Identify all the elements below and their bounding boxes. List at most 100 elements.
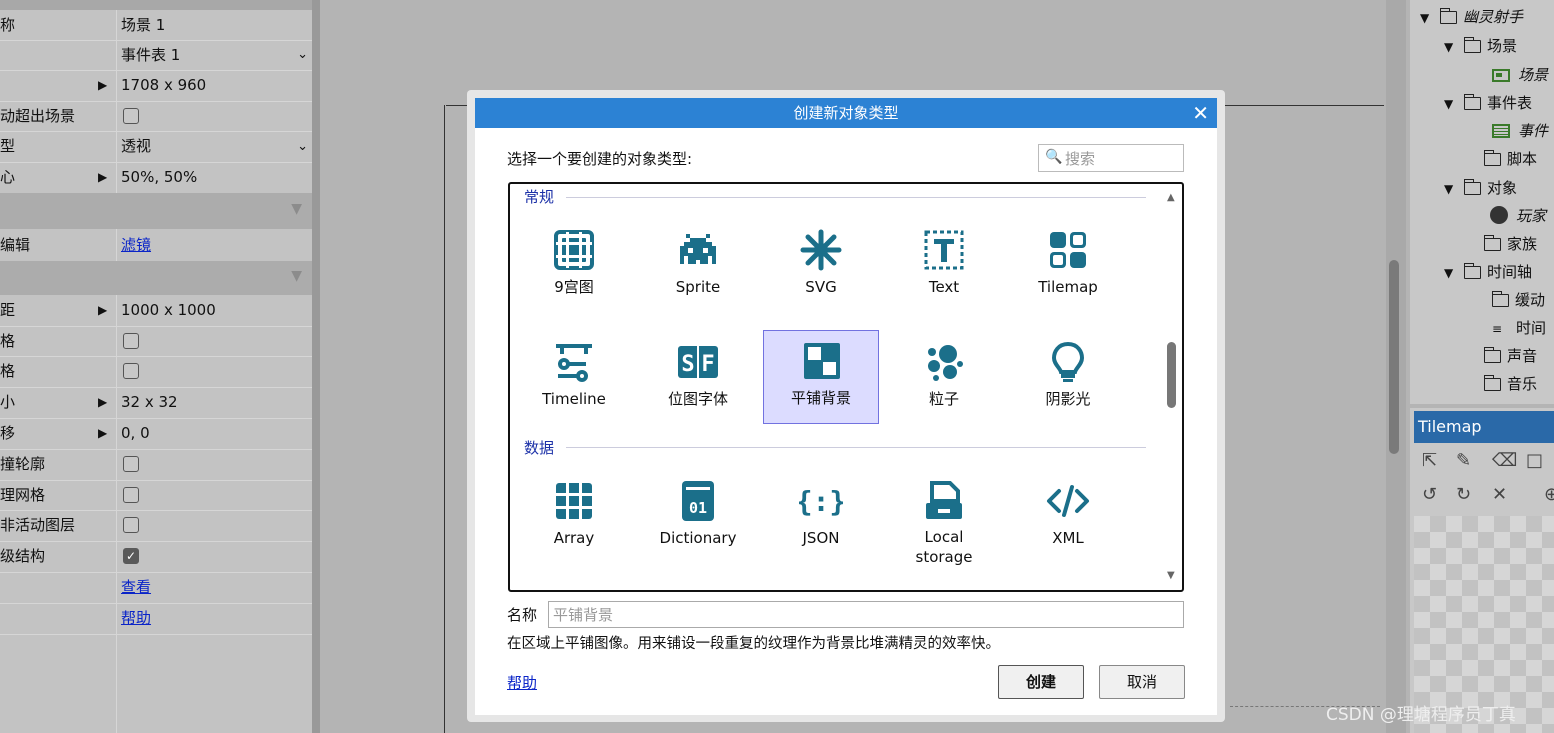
checkbox[interactable] bbox=[123, 456, 139, 472]
expand-triangle-icon[interactable]: ▼ bbox=[1444, 93, 1458, 115]
expand-triangle-icon[interactable]: ▼ bbox=[1444, 262, 1458, 284]
cancel-button[interactable]: 取消 bbox=[1099, 665, 1185, 699]
checkbox[interactable] bbox=[123, 363, 139, 379]
tree-item-timelines[interactable]: ▼ 时间轴 bbox=[1444, 261, 1532, 283]
prop-row-grid-size[interactable]: 小 ▶ 32 x 32 bbox=[0, 387, 312, 419]
object-item-timeline[interactable]: Timeline bbox=[516, 332, 632, 424]
checkbox-checked[interactable]: ✓ bbox=[123, 548, 139, 564]
checkbox[interactable] bbox=[123, 517, 139, 533]
prop-row-grid-2[interactable]: 格 bbox=[0, 356, 312, 388]
object-item-svg[interactable]: SVG bbox=[763, 220, 879, 312]
object-item-shadow-light[interactable]: 阴影光 bbox=[1010, 332, 1126, 424]
object-item-array[interactable]: Array bbox=[516, 471, 632, 563]
prop-row-vanishing-point[interactable]: 心 ▶ 50%, 50% bbox=[0, 162, 312, 194]
object-item-tilemap[interactable]: Tilemap bbox=[1010, 220, 1126, 312]
scrollbar-thumb[interactable] bbox=[1389, 260, 1399, 454]
prop-row-physics-grid[interactable]: 理网格 bbox=[0, 480, 312, 511]
tree-item-project[interactable]: ▼ 幽灵射手 bbox=[1420, 6, 1523, 28]
scroll-down-icon[interactable]: ▼ bbox=[1167, 570, 1175, 581]
tree-item-easings[interactable]: 缓动 bbox=[1491, 289, 1545, 311]
close-icon[interactable]: ✕ bbox=[1492, 484, 1507, 505]
event-sheet-select[interactable]: 事件表 1 bbox=[121, 40, 180, 70]
expand-triangle-icon[interactable]: ▼ bbox=[1444, 36, 1458, 58]
chevron-down-icon[interactable]: ⌄ bbox=[297, 131, 308, 162]
search-input[interactable] bbox=[1063, 147, 1183, 171]
tree-item-object-types[interactable]: ▼ 对象 bbox=[1444, 177, 1517, 199]
collapse-triangle-icon[interactable]: ▼ bbox=[291, 268, 302, 284]
prop-row-help[interactable]: 帮助 bbox=[0, 603, 312, 635]
object-item-json[interactable]: {:} JSON bbox=[763, 471, 879, 563]
object-item-particles[interactable]: 粒子 bbox=[886, 332, 1002, 424]
object-item-tiled-background[interactable]: 平铺背景 bbox=[763, 330, 879, 424]
prop-row-unbounded-scrolling[interactable]: 动超出场景 bbox=[0, 101, 312, 132]
checkbox[interactable] bbox=[123, 487, 139, 503]
expand-arrow-icon[interactable]: ▶ bbox=[98, 70, 107, 101]
prop-row-projection[interactable]: 型 透视 ⌄ bbox=[0, 131, 312, 163]
object-item-9patch[interactable]: 9宫图 bbox=[516, 220, 632, 312]
scroll-up-icon[interactable]: ▲ bbox=[1167, 192, 1175, 203]
tree-item-event-sheets[interactable]: ▼ 事件表 bbox=[1444, 92, 1532, 114]
prop-value[interactable]: 0, 0 bbox=[121, 418, 150, 449]
object-item-sprite[interactable]: Sprite bbox=[640, 220, 756, 312]
object-item-xml[interactable]: XML bbox=[1010, 471, 1126, 563]
prop-row-grid[interactable]: 格 bbox=[0, 326, 312, 357]
tree-item-scripts[interactable]: 脚本 bbox=[1464, 148, 1537, 170]
expand-arrow-icon[interactable]: ▶ bbox=[98, 387, 107, 418]
search-box[interactable]: 🔍 bbox=[1038, 144, 1184, 172]
prop-row-size[interactable]: ▶ 1708 x 960 bbox=[0, 70, 312, 102]
prop-value[interactable]: 1708 x 960 bbox=[121, 70, 206, 101]
tree-item-music[interactable]: 音乐 bbox=[1464, 373, 1537, 395]
tree-item-families[interactable]: 家族 bbox=[1464, 233, 1537, 255]
tree-item-sounds[interactable]: 声音 bbox=[1464, 345, 1537, 367]
close-icon[interactable]: ✕ bbox=[1192, 98, 1209, 128]
tree-item-layouts[interactable]: ▼ 场景 bbox=[1444, 35, 1517, 57]
section-header[interactable]: ▼ bbox=[0, 261, 312, 295]
object-type-list[interactable]: 常规 9宫图 Sprite SVG Text Tilemap Timeline bbox=[508, 182, 1184, 592]
expand-triangle-icon[interactable]: ▼ bbox=[1420, 7, 1434, 29]
collapse-triangle-icon[interactable]: ▼ bbox=[291, 201, 302, 217]
prop-value[interactable]: 场景 1 bbox=[121, 10, 165, 40]
tree-item-player[interactable]: 玩家 bbox=[1490, 205, 1546, 227]
prop-row-inactive-layers[interactable]: 非活动图层 bbox=[0, 510, 312, 542]
left-panel-scrollbar[interactable] bbox=[312, 0, 320, 733]
object-item-sprite-font[interactable]: SF 位图字体 bbox=[640, 332, 756, 424]
checkbox[interactable] bbox=[123, 333, 139, 349]
expand-triangle-icon[interactable]: ▼ bbox=[1444, 178, 1458, 200]
canvas-scrollbar[interactable] bbox=[1386, 0, 1406, 733]
help-link[interactable]: 帮助 bbox=[507, 672, 537, 693]
tree-item-event-sheet[interactable]: 事件 bbox=[1492, 120, 1548, 142]
scrollbar-thumb[interactable] bbox=[1167, 342, 1176, 408]
tree-item-timeline[interactable]: ≡ 时间 bbox=[1492, 317, 1546, 339]
checkbox[interactable] bbox=[123, 108, 139, 124]
help-link-left[interactable]: 帮助 bbox=[121, 603, 151, 634]
eraser-icon[interactable]: ⌫ bbox=[1492, 450, 1517, 471]
object-item-text[interactable]: Text bbox=[886, 220, 1002, 312]
zoom-icon[interactable]: ⊕ bbox=[1544, 484, 1554, 505]
rotate-left-icon[interactable]: ↺ bbox=[1422, 484, 1437, 505]
pointer-icon[interactable]: ⇱ bbox=[1422, 450, 1437, 471]
prop-row-hierarchy[interactable]: 级结构 ✓ bbox=[0, 541, 312, 573]
view-link[interactable]: 查看 bbox=[121, 572, 151, 603]
expand-arrow-icon[interactable]: ▶ bbox=[98, 295, 107, 326]
prop-row-view[interactable]: 查看 bbox=[0, 572, 312, 604]
rectangle-icon[interactable]: □ bbox=[1526, 450, 1543, 471]
prop-row-collision-outline[interactable]: 撞轮廓 bbox=[0, 449, 312, 481]
projection-select[interactable]: 透视 bbox=[121, 131, 151, 162]
create-button[interactable]: 创建 bbox=[998, 665, 1084, 699]
rotate-right-icon[interactable]: ↻ bbox=[1456, 484, 1471, 505]
section-header[interactable]: ▼ bbox=[0, 193, 312, 229]
prop-value[interactable]: 1000 x 1000 bbox=[121, 295, 216, 326]
list-scrollbar[interactable]: ▲ ▼ bbox=[1162, 184, 1182, 590]
tree-item-layout[interactable]: 场景 bbox=[1492, 64, 1548, 86]
prop-row-event-sheet[interactable]: 事件表 1 ⌄ bbox=[0, 40, 312, 71]
expand-arrow-icon[interactable]: ▶ bbox=[98, 162, 107, 193]
chevron-down-icon[interactable]: ⌄ bbox=[297, 40, 308, 70]
object-item-dictionary[interactable]: 01 Dictionary bbox=[640, 471, 756, 563]
prop-row-parallax[interactable]: 距 ▶ 1000 x 1000 bbox=[0, 295, 312, 327]
name-input[interactable] bbox=[548, 601, 1184, 628]
prop-row-grid-offset[interactable]: 移 ▶ 0, 0 bbox=[0, 418, 312, 450]
prop-row-effects[interactable]: 编辑 滤镜 bbox=[0, 229, 312, 262]
effects-link[interactable]: 滤镜 bbox=[121, 229, 151, 261]
object-item-local-storage[interactable]: Local storage bbox=[886, 471, 1002, 566]
expand-arrow-icon[interactable]: ▶ bbox=[98, 418, 107, 449]
